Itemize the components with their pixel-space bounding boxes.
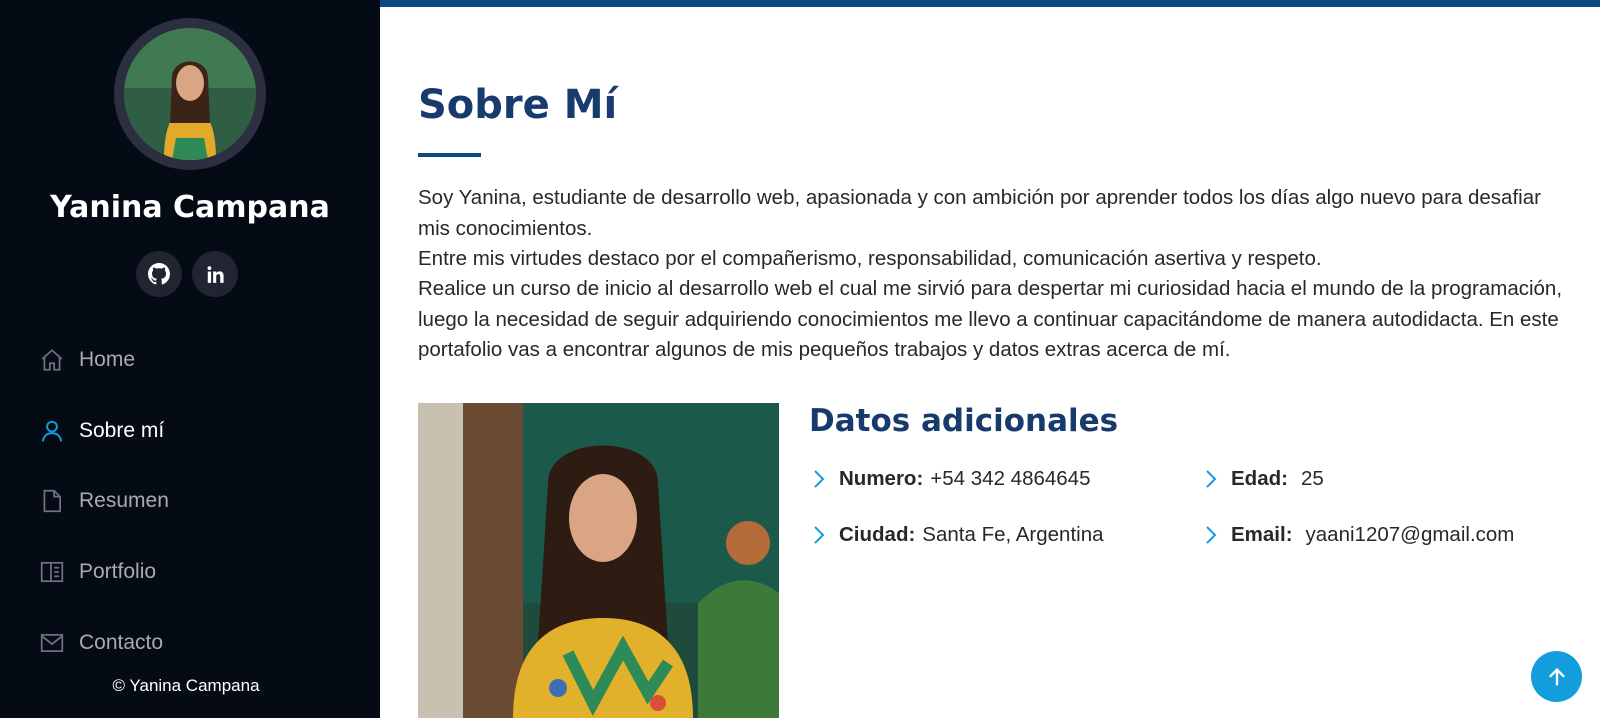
- avatar: [124, 28, 256, 160]
- info-numero: Numero: +54 342 4864645: [812, 467, 1090, 491]
- info-value: yaani1207@gmail.com: [1305, 523, 1515, 546]
- linkedin-link[interactable]: [192, 251, 238, 297]
- nav-label: Sobre mí: [79, 419, 165, 442]
- sidebar: Yanina Campana Home Sobre mí Resumen Por…: [0, 0, 380, 718]
- nav-item-home[interactable]: Home: [38, 340, 135, 380]
- chevron-right-icon: [812, 524, 830, 546]
- envelope-icon: [38, 629, 66, 657]
- github-link[interactable]: [136, 251, 182, 297]
- nav-item-sobre-mi[interactable]: Sobre mí: [38, 411, 164, 451]
- nav-label: Resumen: [79, 489, 169, 512]
- nav-label: Portfolio: [79, 560, 157, 583]
- avatar-frame: [114, 18, 266, 170]
- chevron-right-icon: [1204, 524, 1222, 546]
- info-label: Edad:: [1231, 467, 1288, 490]
- page-title: Sobre Mí: [418, 82, 618, 128]
- copyright: © Yanina Campana: [112, 676, 260, 695]
- info-value: 25: [1300, 467, 1324, 490]
- details-title: Datos adicionales: [809, 403, 1119, 439]
- info-email: Email: yaani1207@gmail.com: [1204, 523, 1514, 547]
- info-value: Santa Fe, Argentina: [922, 523, 1104, 546]
- info-ciudad: Ciudad: Santa Fe, Argentina: [812, 523, 1104, 547]
- title-underline: [418, 153, 481, 157]
- chevron-right-icon: [1204, 468, 1222, 490]
- top-accent-bar: [380, 0, 1600, 7]
- linkedin-icon: [207, 265, 224, 283]
- arrow-up-icon: [1548, 667, 1565, 686]
- avatar-image: [124, 28, 256, 160]
- home-icon: [38, 346, 66, 374]
- about-paragraph-3: Realice un curso de inicio al desarrollo…: [418, 277, 1563, 361]
- about-paragraph-1: Soy Yanina, estudiante de desarrollo web…: [418, 186, 1541, 240]
- nav-item-contacto[interactable]: Contacto: [38, 623, 163, 663]
- back-to-top-button[interactable]: [1531, 651, 1582, 702]
- info-label: Ciudad:: [839, 523, 916, 546]
- info-edad: Edad: 25: [1204, 467, 1324, 491]
- chevron-right-icon: [812, 468, 830, 490]
- about-paragraph-2: Entre mis virtudes destaco por el compañ…: [418, 247, 1322, 270]
- profile-photo: [418, 403, 779, 718]
- portfolio-icon: [38, 558, 66, 586]
- profile-photo-image: [418, 403, 779, 718]
- github-icon: [148, 263, 170, 285]
- info-label: Email:: [1231, 523, 1293, 546]
- info-value: +54 342 4864645: [930, 467, 1091, 490]
- info-label: Numero:: [839, 467, 924, 490]
- nav-label: Contacto: [79, 631, 164, 654]
- profile-name: Yanina Campana: [50, 190, 330, 225]
- file-icon: [38, 487, 66, 515]
- nav-label: Home: [79, 348, 136, 371]
- nav-item-resumen[interactable]: Resumen: [38, 481, 169, 521]
- person-icon: [38, 417, 66, 445]
- nav-item-portfolio[interactable]: Portfolio: [38, 552, 156, 592]
